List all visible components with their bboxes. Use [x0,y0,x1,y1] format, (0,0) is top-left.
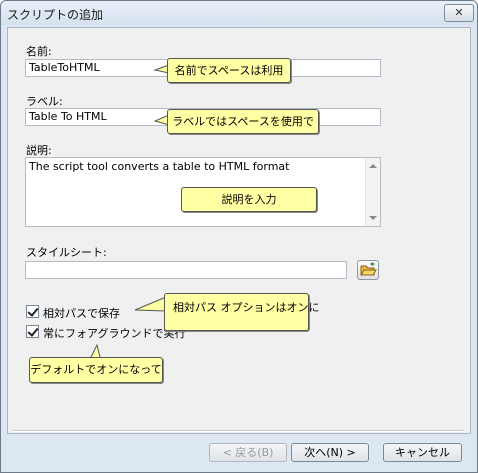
foreground-callout: デフォルトでオンになって [29,357,163,383]
description-callout: 説明を入力 [181,187,317,212]
footer-divider [13,430,463,432]
cancel-button[interactable]: キャンセル [383,443,462,462]
relative-paths-callout: 相対パス オプションはオンに [164,293,320,331]
name-callout: 名前でスペースは利用 [167,58,291,83]
add-script-dialog: スクリプトの追加 ✕ 名前: TableToHTML ラベル: Table To… [0,0,478,473]
back-button[interactable]: < 戻る(B) [209,443,287,462]
next-button[interactable]: 次へ(N) > [291,443,369,462]
label-callout: ラベルではスペースを使用で [167,109,319,134]
